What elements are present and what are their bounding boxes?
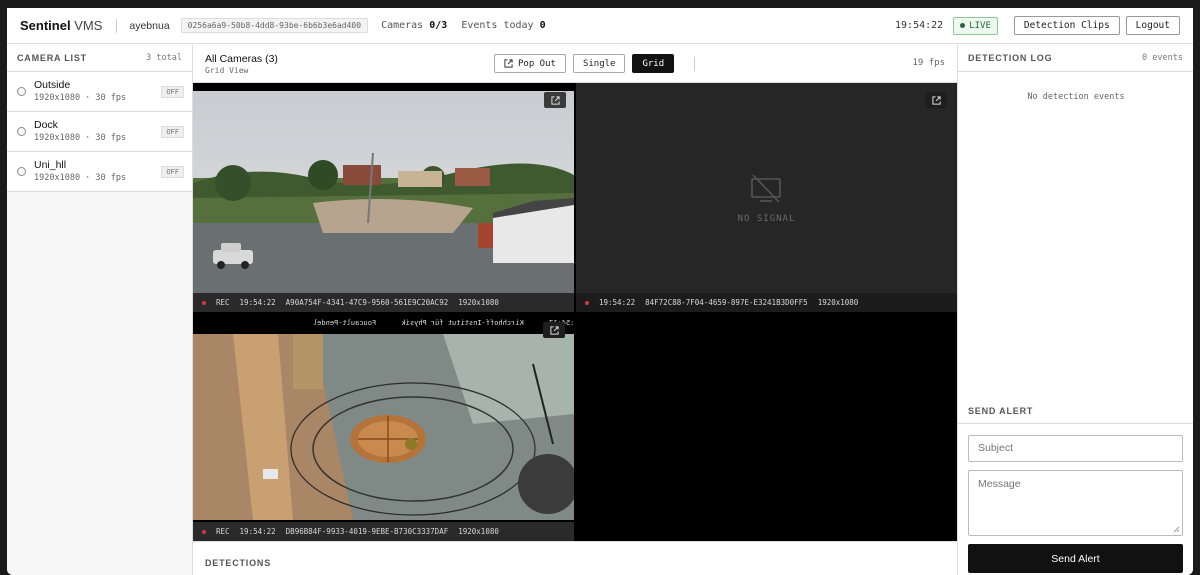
camera-item-outside[interactable]: Outside 1920x1080 · 30 fps OFF [7, 72, 192, 112]
send-alert-form: Subject Message Send Alert [958, 423, 1193, 575]
tile-camera-id: A90A754F-4341-47C9-9560-561E9C20AC92 [285, 298, 449, 307]
cameras-stat-value: 0/3 [429, 20, 448, 31]
detection-clips-button[interactable]: Detection Clips [1013, 16, 1120, 35]
camera-name: Uni_hll [34, 159, 67, 171]
camera-meta: 1920x1080 · 30 fps [34, 133, 127, 143]
events-stat: Events today 0 [461, 20, 545, 31]
detections-panel: DETECTIONS [193, 541, 957, 575]
divider [694, 57, 695, 71]
view-toolbar: All Cameras (3) Grid View Pop Out Single… [193, 45, 957, 83]
tile-camera-id: 84F72C88-7F04-4659-897E-E3241B3D0FF5 [645, 298, 808, 307]
tile-time: 19:54:22 [599, 298, 636, 307]
session-id-badge: 0256a6a9-50b8-4dd8-93be-6b6b3e6ad400 [180, 18, 369, 33]
no-signal-label: NO SIGNAL [737, 214, 796, 224]
detection-log-count: 0 events [1142, 53, 1183, 63]
app-logo: Sentinel VMS [20, 18, 102, 33]
camera-feed-image [193, 334, 574, 520]
tile-resolution: 1920x1080 [817, 298, 859, 307]
fps-readout: 19 fps [912, 58, 945, 68]
grid-view-button[interactable]: Grid [632, 54, 675, 73]
camera-item-uni-hll[interactable]: Uni_hll 1920x1080 · 30 fps OFF [7, 152, 192, 192]
live-dot-icon [960, 23, 966, 28]
rec-dot-icon [202, 300, 206, 305]
tile-status-bar: REC 19:54:22 A90A754F-4341-47C9-9560-561… [193, 293, 574, 312]
clock: 19:54:22 [895, 20, 944, 31]
tile-popout-button[interactable] [543, 322, 565, 338]
camera-list-panel: CAMERA LIST 3 total Outside 1920x1080 · … [7, 45, 193, 575]
tile-popout-button[interactable] [544, 92, 566, 108]
tile-popout-button[interactable] [925, 92, 947, 108]
tile-resolution: 1920x1080 [458, 527, 499, 536]
tile-time: 19:54:22 [239, 298, 276, 307]
rec-label: REC [216, 527, 230, 536]
tile-time: 19:54:22 [239, 527, 276, 536]
send-alert-button[interactable]: Send Alert [968, 544, 1183, 573]
tile-resolution: 1920x1080 [458, 298, 499, 307]
detections-title: DETECTIONS [205, 558, 272, 568]
alert-subject-input[interactable]: Subject [968, 435, 1183, 462]
brand-suffix: VMS [74, 18, 103, 33]
divider [116, 18, 118, 33]
subject-placeholder: Subject [978, 442, 1014, 454]
tile-status-bar: REC 19:54:22 DB96B84F-9933-4019-9EBE-B73… [193, 522, 574, 541]
events-stat-value: 0 [539, 20, 546, 31]
pop-out-button[interactable]: Pop Out [494, 54, 566, 73]
camera-name: Outside [34, 79, 71, 91]
rec-label: REC [216, 298, 230, 307]
external-link-icon [549, 325, 559, 335]
camera-name: Dock [34, 119, 58, 131]
live-label: LIVE [969, 20, 991, 31]
camera-count: 3 total [146, 53, 182, 63]
rec-dot-icon [585, 300, 589, 305]
rec-dot-icon [202, 529, 206, 534]
camera-select-radio[interactable] [17, 87, 26, 96]
cameras-stat: Cameras 0/3 [381, 20, 447, 31]
camera-list-header: CAMERA LIST 3 total [7, 45, 192, 72]
detection-log-header: DETECTION LOG 0 events [958, 45, 1193, 72]
cameras-stat-label: Cameras [381, 20, 424, 31]
camera-tile-empty [576, 314, 957, 541]
camera-tile-dock[interactable]: NO SIGNAL 19:54:22 84F72C88-7F04-4659-89… [576, 83, 957, 312]
camera-status-badge: OFF [161, 86, 184, 98]
live-indicator: LIVE [953, 16, 998, 35]
camera-feed-image [193, 91, 574, 293]
video-area: All Cameras (3) Grid View Pop Out Single… [193, 45, 957, 575]
app-window: Sentinel VMS ayebnua 0256a6a9-50b8-4dd8-… [7, 8, 1193, 575]
camera-list-title: CAMERA LIST [17, 53, 87, 63]
username: ayebnua [129, 19, 170, 32]
detection-log-empty: No detection events [1027, 92, 1125, 102]
camera-select-radio[interactable] [17, 167, 26, 176]
camera-status-badge: OFF [161, 126, 184, 138]
camera-item-dock[interactable]: Dock 1920x1080 · 30 fps OFF [7, 112, 192, 152]
camera-meta: 1920x1080 · 30 fps [34, 173, 127, 183]
logout-button[interactable]: Logout [1125, 16, 1180, 35]
camera-tile-outside[interactable]: REC 19:54:22 A90A754F-4341-47C9-9560-561… [193, 83, 574, 312]
external-link-icon [550, 95, 560, 105]
view-subtitle: Grid View [205, 66, 249, 75]
alert-message-textarea[interactable]: Message [968, 470, 1183, 536]
external-link-icon [504, 59, 513, 68]
camera-status-badge: OFF [161, 166, 184, 178]
pop-out-label: Pop Out [518, 58, 556, 69]
tile-camera-id: DB96B84F-9933-4019-9EBE-B730C3337DAF [285, 527, 449, 536]
view-title: All Cameras (3) [205, 53, 278, 65]
send-alert-title: SEND ALERT [968, 406, 1034, 416]
camera-select-radio[interactable] [17, 127, 26, 136]
detection-log-title: DETECTION LOG [968, 53, 1053, 63]
camera-overlay-text: 08-08-2026 20:54:17 Kirchhoff-Institut f… [313, 319, 574, 327]
detection-log-panel: DETECTION LOG 0 events No detection even… [957, 45, 1193, 575]
no-signal-icon [751, 174, 781, 203]
brand-name: Sentinel [20, 18, 71, 33]
top-bar: Sentinel VMS ayebnua 0256a6a9-50b8-4dd8-… [7, 8, 1193, 44]
camera-grid: REC 19:54:22 A90A754F-4341-47C9-9560-561… [193, 83, 957, 541]
resize-handle-icon[interactable] [1173, 526, 1180, 533]
message-placeholder: Message [978, 478, 1021, 490]
single-view-button[interactable]: Single [572, 54, 626, 73]
camera-meta: 1920x1080 · 30 fps [34, 93, 127, 103]
tile-status-bar: 19:54:22 84F72C88-7F04-4659-897E-E3241B3… [576, 293, 957, 312]
external-link-icon [931, 95, 941, 105]
events-stat-label: Events today [461, 20, 534, 31]
camera-tile-uni-hll[interactable]: 08-08-2026 20:54:17 Kirchhoff-Institut f… [193, 314, 574, 541]
